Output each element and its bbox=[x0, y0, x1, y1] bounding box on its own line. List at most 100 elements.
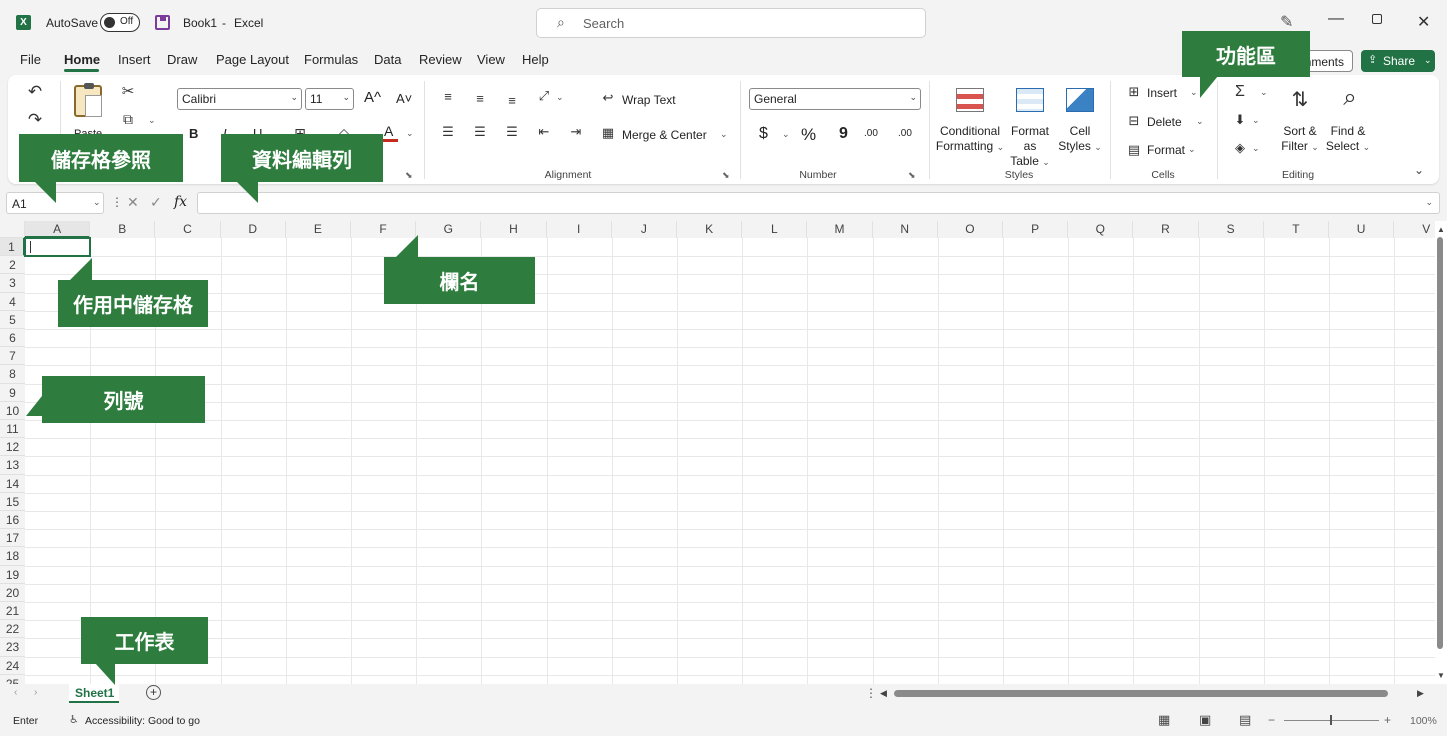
merge-dropdown-icon[interactable]: ⌄ bbox=[720, 129, 728, 140]
accessibility-status[interactable]: Accessibility: Good to go bbox=[85, 715, 200, 727]
row-header-6[interactable]: 6 bbox=[0, 329, 25, 348]
page-break-view-icon[interactable]: ▤ bbox=[1239, 712, 1251, 728]
delete-cells-dropdown-icon[interactable]: ⌄ bbox=[1196, 116, 1204, 127]
column-header-q[interactable]: Q bbox=[1068, 221, 1134, 238]
column-header-o[interactable]: O bbox=[937, 221, 1003, 238]
align-left-icon[interactable]: ☰ bbox=[438, 123, 458, 141]
align-bottom-icon[interactable]: ≡ bbox=[502, 91, 522, 109]
currency-button[interactable]: $ bbox=[759, 125, 768, 143]
confirm-entry-icon[interactable]: ✓ bbox=[150, 194, 162, 211]
orientation-dropdown-icon[interactable]: ⌄ bbox=[556, 92, 564, 103]
column-header-v[interactable]: V bbox=[1394, 221, 1435, 238]
delete-cells-button[interactable]: Delete bbox=[1147, 115, 1182, 129]
currency-dropdown-icon[interactable]: ⌄ bbox=[782, 129, 790, 140]
row-header-21[interactable]: 21 bbox=[0, 602, 25, 621]
undo-icon[interactable]: ↶ bbox=[24, 81, 46, 103]
row-header-3[interactable]: 3 bbox=[0, 274, 25, 293]
share-button[interactable]: ⇪ Share ⌄ bbox=[1361, 50, 1435, 72]
autosum-icon[interactable]: Σ bbox=[1230, 82, 1250, 102]
menu-draw[interactable]: Draw bbox=[167, 52, 197, 67]
select-all-corner[interactable] bbox=[0, 221, 25, 238]
vertical-scroll-thumb[interactable] bbox=[1437, 237, 1443, 649]
copy-dropdown-icon[interactable]: ⌄ bbox=[148, 115, 156, 126]
clear-icon[interactable]: ◈ bbox=[1230, 138, 1250, 158]
save-icon[interactable] bbox=[155, 15, 170, 30]
more-options-icon[interactable]: ⋮ bbox=[111, 195, 123, 209]
page-layout-view-icon[interactable]: ▣ bbox=[1199, 712, 1211, 728]
column-header-k[interactable]: K bbox=[677, 221, 743, 238]
align-center-icon[interactable]: ☰ bbox=[470, 123, 490, 141]
collapse-ribbon-icon[interactable]: ⌄ bbox=[1414, 163, 1424, 177]
alignment-dialog-launcher-icon[interactable]: ⬊ bbox=[722, 170, 730, 181]
add-sheet-icon[interactable]: + bbox=[146, 685, 161, 700]
prev-sheet-icon[interactable]: ‹ bbox=[14, 687, 17, 698]
cancel-entry-icon[interactable]: ✕ bbox=[127, 194, 139, 211]
row-header-11[interactable]: 11 bbox=[0, 420, 25, 439]
column-header-u[interactable]: U bbox=[1329, 221, 1395, 238]
column-header-r[interactable]: R bbox=[1133, 221, 1199, 238]
menu-view[interactable]: View bbox=[477, 52, 505, 67]
column-header-n[interactable]: N bbox=[872, 221, 938, 238]
cell-styles-button[interactable]: Cell Styles ⌄ bbox=[1057, 124, 1103, 155]
row-header-23[interactable]: 23 bbox=[0, 638, 25, 657]
decrease-indent-icon[interactable]: ⇤ bbox=[534, 123, 554, 141]
row-header-4[interactable]: 4 bbox=[0, 292, 25, 311]
font-color-icon[interactable]: A bbox=[382, 123, 398, 143]
orientation-icon[interactable]: ⤢ bbox=[534, 87, 554, 105]
row-header-7[interactable]: 7 bbox=[0, 347, 25, 366]
restore-icon[interactable] bbox=[1372, 14, 1382, 24]
column-header-p[interactable]: P bbox=[1003, 221, 1069, 238]
column-header-a[interactable]: A bbox=[25, 221, 91, 238]
next-sheet-icon[interactable]: › bbox=[34, 687, 37, 698]
row-header-12[interactable]: 12 bbox=[0, 438, 25, 457]
row-header-1[interactable]: 1 bbox=[0, 238, 25, 257]
zoom-level[interactable]: 100% bbox=[1410, 715, 1437, 727]
menu-insert[interactable]: Insert bbox=[118, 52, 151, 67]
row-header-2[interactable]: 2 bbox=[0, 256, 25, 275]
font-size-select[interactable]: 11 ⌄ bbox=[305, 88, 354, 110]
align-middle-icon[interactable]: ≡ bbox=[470, 89, 490, 107]
zoom-slider-thumb[interactable] bbox=[1330, 715, 1332, 725]
insert-function-icon[interactable]: fx bbox=[174, 194, 187, 210]
bold-button[interactable]: B bbox=[189, 126, 198, 141]
scroll-down-icon[interactable]: ▼ bbox=[1437, 671, 1445, 680]
column-header-b[interactable]: B bbox=[90, 221, 156, 238]
decrease-decimal-button[interactable]: .00 bbox=[898, 128, 912, 139]
insert-cells-button[interactable]: Insert bbox=[1147, 86, 1177, 100]
copy-icon[interactable]: ⧉ bbox=[118, 109, 138, 129]
vertical-scrollbar[interactable]: ▲ ▼ bbox=[1435, 221, 1447, 684]
row-header-15[interactable]: 15 bbox=[0, 492, 25, 511]
paste-icon[interactable] bbox=[74, 83, 102, 117]
formula-input[interactable]: ⌄ bbox=[197, 192, 1440, 214]
row-header-14[interactable]: 14 bbox=[0, 474, 25, 493]
redo-icon[interactable]: ↷ bbox=[24, 109, 46, 131]
scroll-left-icon[interactable]: ◀ bbox=[880, 688, 887, 699]
column-header-l[interactable]: L bbox=[742, 221, 808, 238]
row-header-17[interactable]: 17 bbox=[0, 529, 25, 548]
row-header-24[interactable]: 24 bbox=[0, 656, 25, 675]
menu-file[interactable]: File bbox=[20, 52, 41, 67]
column-header-g[interactable]: G bbox=[416, 221, 482, 238]
minimize-icon[interactable]: — bbox=[1328, 10, 1344, 28]
row-header-10[interactable]: 10 bbox=[0, 401, 25, 420]
row-header-13[interactable]: 13 bbox=[0, 456, 25, 475]
column-header-h[interactable]: H bbox=[481, 221, 547, 238]
row-header-8[interactable]: 8 bbox=[0, 365, 25, 384]
column-header-c[interactable]: C bbox=[155, 221, 221, 238]
normal-view-icon[interactable]: ▦ bbox=[1158, 712, 1170, 728]
menu-formulas[interactable]: Formulas bbox=[304, 52, 358, 67]
row-header-19[interactable]: 19 bbox=[0, 565, 25, 584]
row-header-16[interactable]: 16 bbox=[0, 511, 25, 530]
align-right-icon[interactable]: ☰ bbox=[502, 123, 522, 141]
column-header-i[interactable]: I bbox=[546, 221, 612, 238]
find-select-button[interactable]: Find & Select ⌄ bbox=[1324, 124, 1372, 155]
conditional-formatting-button[interactable]: Conditional Formatting ⌄ bbox=[934, 124, 1006, 155]
column-header-t[interactable]: T bbox=[1263, 221, 1329, 238]
menu-home[interactable]: Home bbox=[64, 52, 100, 67]
font-color-dropdown-icon[interactable]: ⌄ bbox=[406, 128, 414, 139]
insert-cells-dropdown-icon[interactable]: ⌄ bbox=[1190, 87, 1198, 98]
increase-decimal-button[interactable]: .00 bbox=[864, 128, 878, 139]
decrease-font-icon[interactable]: A˅ bbox=[396, 91, 412, 106]
merge-center-button[interactable]: Merge & Center bbox=[622, 128, 707, 142]
menu-review[interactable]: Review bbox=[419, 52, 462, 67]
